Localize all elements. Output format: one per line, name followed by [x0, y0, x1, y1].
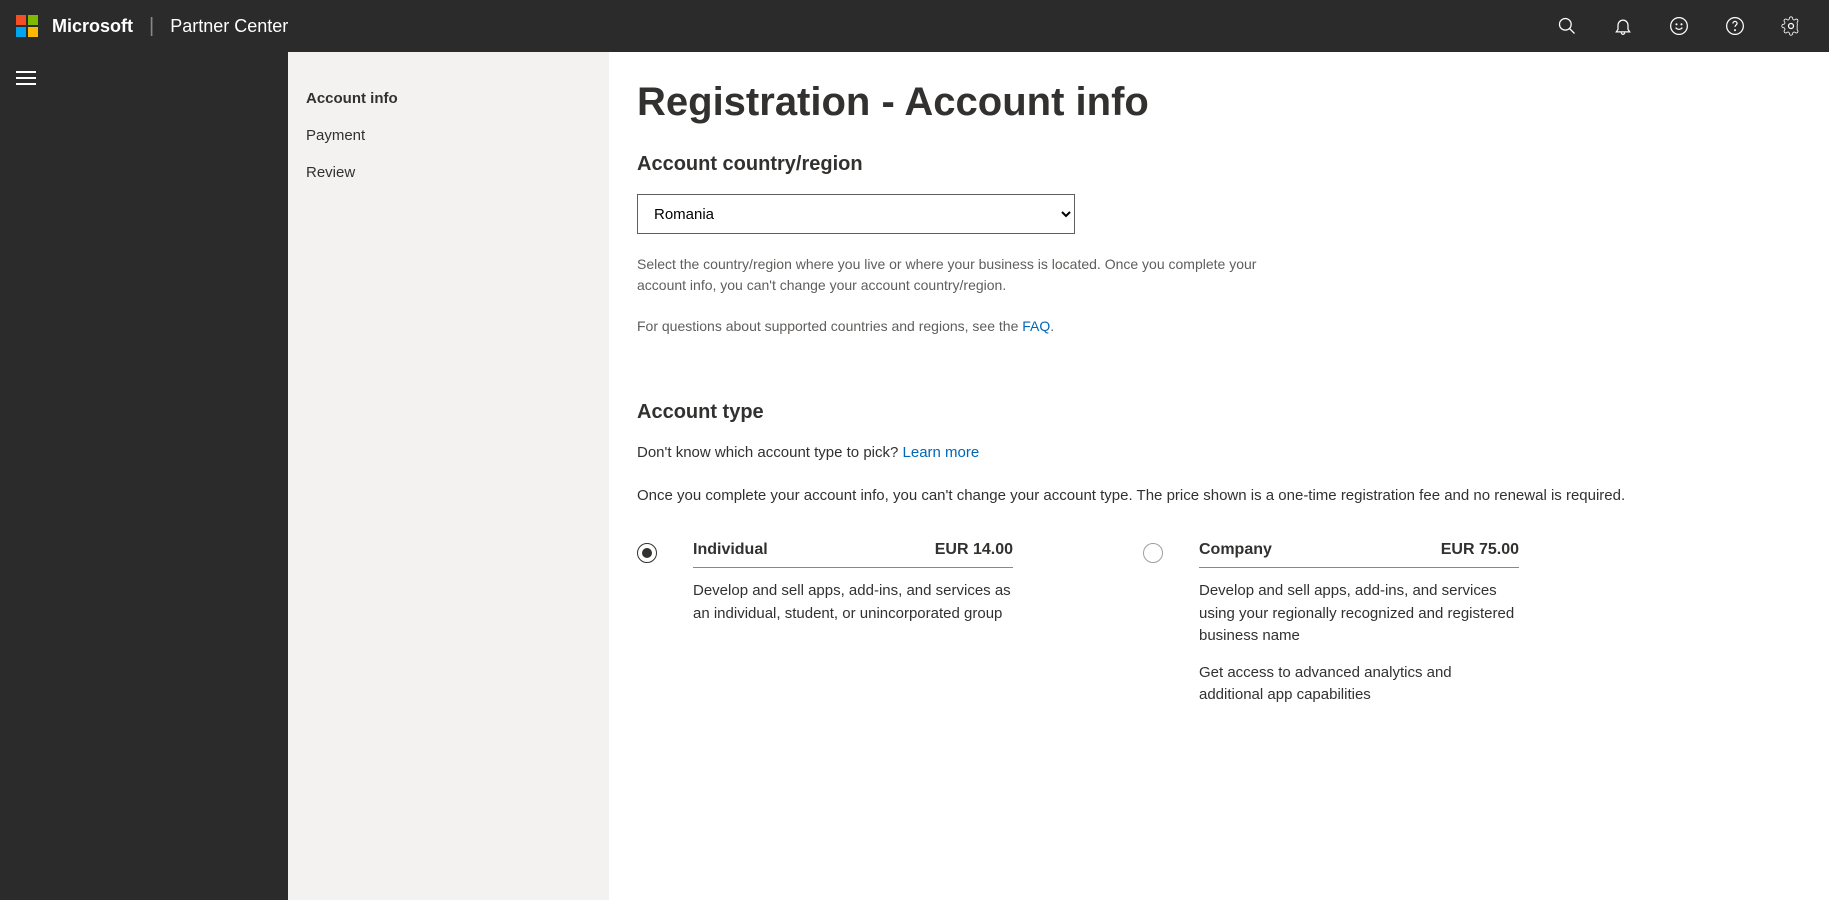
- radio-individual[interactable]: [637, 543, 657, 563]
- country-help-text: Select the country/region where you live…: [637, 254, 1257, 296]
- type-note: Once you complete your account info, you…: [637, 485, 1801, 508]
- brand-divider: |: [149, 15, 154, 38]
- sidebar-item-label: Payment: [306, 127, 365, 144]
- help-icon[interactable]: [1723, 14, 1747, 38]
- microsoft-logo-icon: [16, 15, 38, 37]
- radio-company[interactable]: [1143, 543, 1163, 563]
- main-content: Registration - Account info Account coun…: [609, 52, 1829, 900]
- option-price: EUR 14.00: [935, 541, 1013, 559]
- option-desc: Develop and sell apps, add-ins, and serv…: [693, 580, 1013, 625]
- faq-suffix: .: [1050, 318, 1054, 334]
- option-desc: Develop and sell apps, add-ins, and serv…: [1199, 580, 1519, 648]
- type-prompt: Don't know which account type to pick? L…: [637, 442, 1801, 465]
- sidebar-item-label: Review: [306, 164, 355, 181]
- page-title: Registration - Account info: [637, 80, 1801, 125]
- sidebar-item-label: Account info: [306, 90, 398, 107]
- option-company: Company EUR 75.00 Develop and sell apps,…: [1143, 541, 1519, 721]
- option-price: EUR 75.00: [1441, 541, 1519, 559]
- faq-prefix: For questions about supported countries …: [637, 318, 1022, 334]
- menu-icon[interactable]: [6, 58, 46, 98]
- top-icons: [1555, 14, 1817, 38]
- country-select[interactable]: Romania: [637, 194, 1075, 234]
- account-type-options: Individual EUR 14.00 Develop and sell ap…: [637, 541, 1801, 721]
- search-icon[interactable]: [1555, 14, 1579, 38]
- faq-link[interactable]: FAQ: [1022, 318, 1050, 334]
- type-section-title: Account type: [637, 401, 1801, 424]
- country-section-title: Account country/region: [637, 153, 1801, 176]
- option-desc-2: Get access to advanced analytics and add…: [1199, 662, 1519, 707]
- side-nav: Account info Payment Review: [288, 52, 609, 900]
- sidebar-item-payment[interactable]: Payment: [306, 117, 609, 154]
- brand-name: Microsoft: [52, 16, 133, 37]
- faq-line: For questions about supported countries …: [637, 316, 1257, 337]
- notifications-icon[interactable]: [1611, 14, 1635, 38]
- option-head: Individual EUR 14.00: [693, 541, 1013, 568]
- left-rail: [0, 52, 288, 900]
- top-bar: Microsoft | Partner Center: [0, 0, 1829, 52]
- type-prompt-prefix: Don't know which account type to pick?: [637, 444, 903, 461]
- sidebar-item-account-info[interactable]: Account info: [306, 80, 609, 117]
- sidebar-item-review[interactable]: Review: [306, 154, 609, 191]
- feedback-icon[interactable]: [1667, 14, 1691, 38]
- option-individual: Individual EUR 14.00 Develop and sell ap…: [637, 541, 1013, 721]
- brand-block: Microsoft | Partner Center: [52, 15, 288, 38]
- option-name: Individual: [693, 541, 768, 559]
- product-name: Partner Center: [170, 16, 288, 37]
- settings-icon[interactable]: [1779, 14, 1803, 38]
- option-name: Company: [1199, 541, 1272, 559]
- option-head: Company EUR 75.00: [1199, 541, 1519, 568]
- learn-more-link[interactable]: Learn more: [903, 444, 980, 461]
- country-select-wrap: Romania: [637, 194, 1075, 234]
